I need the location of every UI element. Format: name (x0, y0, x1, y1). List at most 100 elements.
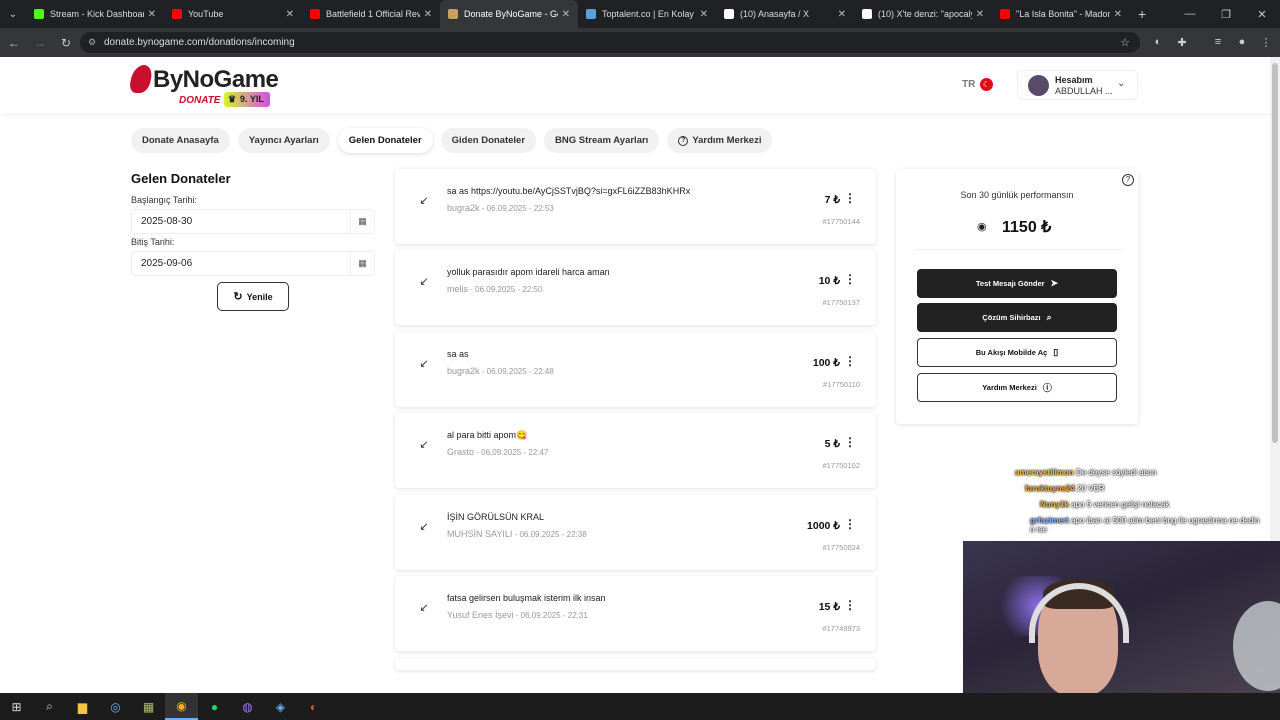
nav-pill[interactable]: Donate Anasayfa (131, 128, 230, 153)
donation-amount: 10 ₺ (818, 275, 840, 287)
browser-tab[interactable]: Battlefield 1 Official Reve ✕ (302, 0, 440, 28)
site-info-icon[interactable]: ⚙ (88, 37, 96, 48)
browser-tab[interactable]: Donate ByNoGame - Gele ✕ (440, 0, 578, 28)
donation-meta: bugra2k - 06.09.2025 - 22:48 (447, 366, 554, 376)
calendar-icon[interactable]: ▦ (350, 252, 374, 275)
browser-tab[interactable]: YouTube ✕ (164, 0, 302, 28)
minimize-icon[interactable]: — (1172, 0, 1208, 28)
more-options-icon[interactable]: ⋮ (844, 354, 856, 368)
close-tab-icon[interactable]: ✕ (1114, 9, 1122, 20)
refresh-button[interactable]: ↻ Yenile (217, 282, 289, 311)
tab-favicon-icon (1000, 9, 1010, 19)
performance-action-button[interactable]: Çözüm Sihirbazı ⌕ (917, 303, 1117, 332)
eye-icon[interactable]: ◉ (977, 220, 987, 233)
donation-card: ↙ sa as bugra2k - 06.09.2025 - 22:48 100… (395, 332, 876, 407)
calculator-icon[interactable]: ▦ (132, 693, 165, 720)
steam-icon[interactable]: ◎ (99, 693, 132, 720)
extensions-puzzle-icon[interactable]: ✚ (1174, 34, 1190, 50)
close-tab-icon[interactable]: ✕ (424, 9, 432, 20)
account-menu[interactable]: Hesabım ABDULLAH ... ⌄ (1017, 70, 1138, 100)
start-date-field[interactable]: 2025-08-30 ▦ (131, 209, 375, 234)
nav-pill[interactable]: BNG Stream Ayarları (544, 128, 660, 153)
donation-card: ↙ fatsa gelirsen buluşmak isterim ilk in… (395, 576, 876, 651)
donation-meta: MUHSİN SAYILI - 06.09.2025 - 22:38 (447, 529, 587, 539)
tab-favicon-icon (448, 9, 458, 19)
browser-tab-bar: ⌄ Stream - Kick Dashboard ✕ YouTube ✕ Ba… (0, 0, 1280, 28)
close-window-icon[interactable]: ✕ (1244, 0, 1280, 28)
more-options-icon[interactable]: ⋮ (844, 435, 856, 449)
nav-pill[interactable]: ? Yardım Merkezi (667, 128, 773, 153)
url-field[interactable]: ⚙ donate.bynogame.com/donations/incoming… (80, 32, 1140, 53)
steam-alt-icon[interactable]: ◈ (264, 693, 297, 720)
close-tab-icon[interactable]: ✕ (976, 9, 984, 20)
maximize-icon[interactable]: ❐ (1208, 0, 1244, 28)
donation-amount: 100 ₺ (812, 357, 840, 369)
donation-id: #17750144 (822, 217, 860, 226)
more-options-icon[interactable]: ⋮ (844, 191, 856, 205)
discord-icon[interactable]: ◍ (231, 693, 264, 720)
end-date-field[interactable]: 2025-09-06 ▦ (131, 251, 375, 276)
close-tab-icon[interactable]: ✕ (838, 9, 846, 20)
search-icon[interactable]: ⌕ (33, 693, 66, 720)
donation-message: sa as https://youtu.be/AyCjSSTvjBQ?si=gx… (447, 186, 691, 196)
obs-icon[interactable]: ◐ (297, 693, 330, 720)
close-tab-icon[interactable]: ✕ (562, 9, 570, 20)
new-tab-button[interactable]: + (1138, 6, 1146, 22)
tab-list-icon[interactable]: ≡ (1210, 34, 1226, 50)
more-options-icon[interactable]: ⋮ (844, 517, 856, 531)
performance-action-button[interactable]: Yardım Merkezi ⓘ (917, 373, 1117, 402)
file-explorer-icon[interactable]: ▆ (66, 693, 99, 720)
bookmark-star-icon[interactable]: ☆ (1120, 36, 1130, 49)
fan (1233, 601, 1280, 691)
scrollbar-thumb[interactable] (1272, 63, 1278, 443)
button-label: Yardım Merkezi (982, 383, 1037, 392)
bynogame-logo[interactable]: ByNoGame DONATE 9. YIL (128, 65, 279, 109)
chat-text: De deyse söyledi atsın (1075, 468, 1157, 477)
close-tab-icon[interactable]: ✕ (700, 9, 708, 20)
spotify-icon[interactable]: ● (198, 693, 231, 720)
donation-card-partial (395, 658, 876, 670)
extension-icon[interactable]: ◐ (1150, 34, 1166, 50)
nav-pill-label: BNG Stream Ayarları (555, 135, 649, 146)
language-selector[interactable]: TR (962, 79, 975, 90)
performance-action-button[interactable]: Bu Akışı Mobilde Aç ▯ (917, 338, 1117, 367)
help-icon[interactable]: ? (1122, 174, 1134, 186)
nav-pill-label: Donate Anasayfa (142, 135, 219, 146)
donation-id: #17749973 (822, 624, 860, 633)
browser-tab[interactable]: "La Isla Bonita" - Madonn ✕ (992, 0, 1130, 28)
donation-message: İŞİN GÖRÜLSÜN KRAL (447, 512, 545, 522)
nav-pill[interactable]: Yayıncı Ayarları (237, 128, 330, 153)
back-icon[interactable]: ← (2, 31, 26, 55)
site-header: ByNoGame DONATE 9. YIL TR ☾ Hesabım ABDU… (0, 57, 1270, 113)
windows-start-icon[interactable]: ⊞ (0, 693, 33, 720)
browser-tab[interactable]: Toptalent.co | En Kolay 20 ✕ (578, 0, 716, 28)
divider (916, 249, 1122, 250)
menu-icon[interactable]: ⋮ (1258, 34, 1274, 50)
nav-pill-label: Yayıncı Ayarları (248, 135, 319, 146)
donation-message: fatsa gelirsen buluşmak isterim ilk insa… (447, 593, 606, 603)
browser-tab[interactable]: (10) Anasayfa / X ✕ (716, 0, 854, 28)
forward-icon[interactable]: → (28, 31, 52, 55)
profile-icon[interactable]: ● (1234, 34, 1250, 50)
donor-name: bugra2k (447, 203, 480, 213)
donation-time: - 06.09.2025 - 22:53 (479, 204, 554, 213)
browser-tab[interactable]: Stream - Kick Dashboard ✕ (26, 0, 164, 28)
more-options-icon[interactable]: ⋮ (844, 598, 856, 612)
close-tab-icon[interactable]: ✕ (286, 9, 294, 20)
nav-pill[interactable]: Giden Donateler (440, 128, 537, 153)
donation-time: - 06.09.2025 - 22:50 (468, 285, 543, 294)
performance-action-button[interactable]: Test Mesajı Gönder ➤ (917, 269, 1117, 298)
nav-pill-label: Yardım Merkezi (692, 135, 762, 146)
nav-pill[interactable]: Gelen Donateler (337, 128, 433, 153)
search-icon: ⌕ (1046, 312, 1052, 322)
logo-name: ByNoGame (153, 66, 279, 93)
tab-search-icon[interactable]: ⌄ (0, 0, 26, 28)
more-options-icon[interactable]: ⋮ (844, 272, 856, 286)
browser-tab[interactable]: (10) X'te denzi: "apocalyps ✕ (854, 0, 992, 28)
turkey-flag-icon[interactable]: ☾ (980, 78, 993, 91)
start-date-label: Başlangıç Tarihi: (131, 195, 197, 205)
chrome-icon[interactable]: ◉ (165, 693, 198, 720)
reload-icon[interactable]: ↻ (54, 31, 78, 55)
close-tab-icon[interactable]: ✕ (148, 9, 156, 20)
calendar-icon[interactable]: ▦ (350, 210, 374, 233)
